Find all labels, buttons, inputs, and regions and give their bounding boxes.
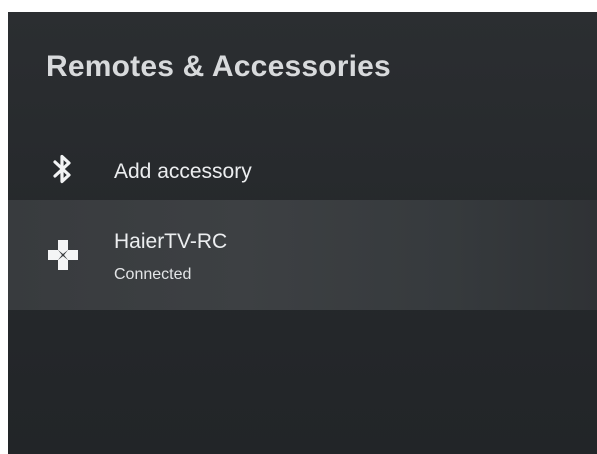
device-name: HaierTV-RC	[114, 230, 228, 253]
gamepad-icon	[44, 236, 82, 274]
bluetooth-icon	[44, 150, 82, 188]
panel-title: Remotes & Accessories	[46, 50, 391, 83]
settings-panel: Remotes & Accessories Add accessory Haie…	[8, 12, 597, 454]
device-item-haiertv-rc[interactable]: HaierTV-RC Connected	[8, 200, 597, 310]
add-accessory-item[interactable]: Add accessory	[8, 134, 597, 208]
add-accessory-label: Add accessory	[114, 160, 252, 183]
device-status: Connected	[114, 266, 192, 283]
